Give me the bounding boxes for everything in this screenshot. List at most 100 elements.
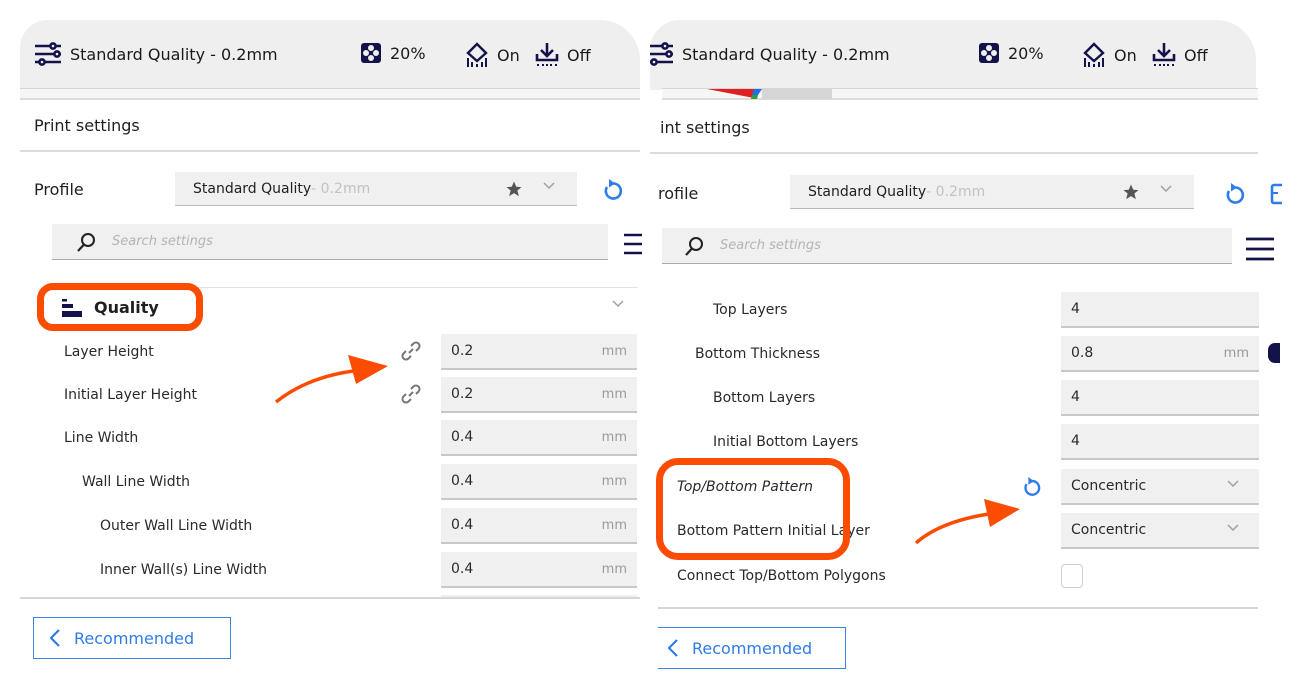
profile-dropdown[interactable]: Standard Quality - 0.2mm	[175, 172, 577, 206]
header-support[interactable]: On	[1082, 42, 1137, 68]
layer-height-field[interactable]: 0.2 mm	[441, 334, 637, 370]
field-value: 4	[1071, 433, 1080, 449]
scrollbar-handle[interactable]	[1268, 343, 1280, 363]
setting-label: Initial Layer Height	[64, 387, 197, 403]
search-settings-box[interactable]	[52, 224, 608, 260]
recommended-button[interactable]: Recommended	[33, 617, 231, 659]
settings-menu-icon[interactable]	[1246, 236, 1274, 262]
profile-suffix: - 0.2mm	[926, 183, 986, 200]
header-support[interactable]: On	[465, 42, 520, 68]
line-width-field[interactable]: 0.4 mm	[441, 420, 637, 456]
profile-dropdown[interactable]: Standard Quality - 0.2mm	[790, 175, 1194, 209]
chevron-down-icon	[1227, 524, 1239, 532]
category-divider	[52, 287, 638, 288]
search-icon	[76, 232, 96, 252]
header-adhesion[interactable]: Off	[1152, 42, 1208, 68]
adhesion-icon	[1152, 42, 1176, 68]
print-setup-header[interactable]: Standard Quality - 0.2mm 20% On Off	[650, 20, 1256, 90]
left-screenshot-panel: Standard Quality - 0.2mm 20% On Off Prin…	[0, 0, 650, 697]
header-infill[interactable]: 20%	[978, 42, 1044, 64]
infill-value: 20%	[1008, 43, 1044, 63]
header-profile[interactable]: Standard Quality - 0.2mm	[34, 42, 278, 66]
inner-wall-line-width-field[interactable]: 0.4 mm	[441, 552, 637, 588]
support-icon	[1082, 42, 1106, 68]
favorite-star-icon[interactable]	[505, 180, 523, 198]
field-unit: mm	[601, 386, 627, 402]
infill-value: 20%	[390, 43, 426, 63]
search-icon	[684, 236, 704, 256]
setting-label: Connect Top/Bottom Polygons	[677, 568, 886, 584]
reset-setting-icon[interactable]	[1022, 476, 1042, 498]
profile-label: rofile	[658, 184, 699, 203]
wall-line-width-field[interactable]: 0.4 mm	[441, 464, 637, 500]
recommended-button[interactable]: Recommended	[658, 627, 846, 669]
search-input[interactable]	[112, 234, 557, 249]
field-unit: mm	[601, 429, 627, 445]
bottom-thickness-field[interactable]: 0.8 mm	[1061, 336, 1259, 372]
quality-icon	[62, 298, 82, 317]
settings-menu-icon[interactable]	[624, 232, 642, 256]
initial-layer-height-field[interactable]: 0.2 mm	[441, 377, 637, 413]
link-icon[interactable]	[400, 383, 422, 405]
adhesion-value: Off	[1184, 45, 1208, 65]
connect-polygons-checkbox[interactable]	[1061, 564, 1083, 588]
category-quality[interactable]: Quality	[62, 298, 159, 317]
category-collapse-chevron-icon[interactable]	[612, 300, 624, 308]
top-layers-field[interactable]: 4	[1061, 292, 1259, 328]
field-value: 4	[1071, 301, 1080, 317]
setting-label: Outer Wall Line Width	[100, 518, 253, 534]
build-plate-viewport-strip	[20, 88, 640, 100]
field-value: 0.4	[451, 429, 474, 445]
setting-wall-line-width: Wall Line Width	[82, 464, 190, 500]
setting-label: Initial Bottom Layers	[713, 434, 859, 450]
favorite-star-icon[interactable]	[1122, 183, 1140, 201]
search-settings-box[interactable]	[662, 228, 1232, 264]
field-unit: mm	[601, 561, 627, 577]
setting-inner-wall-line-width: Inner Wall(s) Line Width	[100, 552, 267, 588]
setting-bottom-layers: Bottom Layers	[713, 380, 815, 416]
search-input[interactable]	[720, 238, 1176, 253]
link-icon[interactable]	[400, 340, 422, 362]
support-icon	[465, 42, 489, 68]
print-setup-header[interactable]: Standard Quality - 0.2mm 20% On Off	[20, 20, 640, 90]
setting-label: Bottom Layers	[713, 390, 816, 406]
profile-name: Standard Quality	[193, 180, 312, 197]
right-screenshot-panel: Standard Quality - 0.2mm 20% On Off int …	[650, 0, 1300, 697]
setting-line-width: Line Width	[64, 420, 138, 456]
outer-wall-line-width-field[interactable]: 0.4 mm	[441, 508, 637, 544]
chevron-left-icon	[668, 639, 678, 657]
profile-suffix: - 0.2mm	[311, 180, 371, 197]
setting-label: Layer Height	[64, 344, 154, 360]
header-profile-text: Standard Quality - 0.2mm	[682, 44, 890, 64]
header-infill[interactable]: 20%	[360, 42, 426, 64]
bottom-divider	[20, 597, 640, 599]
adhesion-value: Off	[567, 45, 591, 65]
bottom-pattern-initial-layer-dropdown[interactable]: Concentric	[1061, 513, 1259, 549]
setting-label: Inner Wall(s) Line Width	[100, 562, 267, 578]
field-value: 0.4	[451, 517, 474, 533]
reset-profile-icon[interactable]	[1224, 182, 1246, 206]
setting-layer-height: Layer Height	[64, 334, 154, 370]
bottom-layers-field[interactable]: 4	[1061, 380, 1259, 416]
profile-label: Profile	[34, 180, 84, 199]
infill-icon	[360, 42, 382, 64]
top-bottom-pattern-dropdown[interactable]: Concentric	[1061, 469, 1259, 505]
field-unit: mm	[601, 473, 627, 489]
setting-label: Wall Line Width	[82, 474, 191, 490]
adhesion-icon	[535, 42, 559, 68]
field-value: 0.4	[451, 473, 474, 489]
setting-outer-wall-line-width: Outer Wall Line Width	[100, 508, 252, 544]
save-profile-icon[interactable]	[1270, 183, 1282, 205]
initial-bottom-layers-field[interactable]: 4	[1061, 424, 1259, 460]
recommended-label: Recommended	[74, 628, 195, 648]
field-value: 0.2	[451, 343, 474, 359]
header-adhesion[interactable]: Off	[535, 42, 591, 68]
print-settings-title: Print settings	[20, 100, 640, 152]
field-unit: mm	[601, 343, 627, 359]
print-settings-title-text: int settings	[660, 117, 750, 137]
setting-bottom-thickness: Bottom Thickness	[695, 336, 820, 372]
header-profile[interactable]: Standard Quality - 0.2mm	[650, 42, 890, 66]
chevron-left-icon	[50, 629, 60, 647]
recommended-label: Recommended	[692, 638, 813, 658]
reset-profile-icon[interactable]	[602, 178, 624, 202]
